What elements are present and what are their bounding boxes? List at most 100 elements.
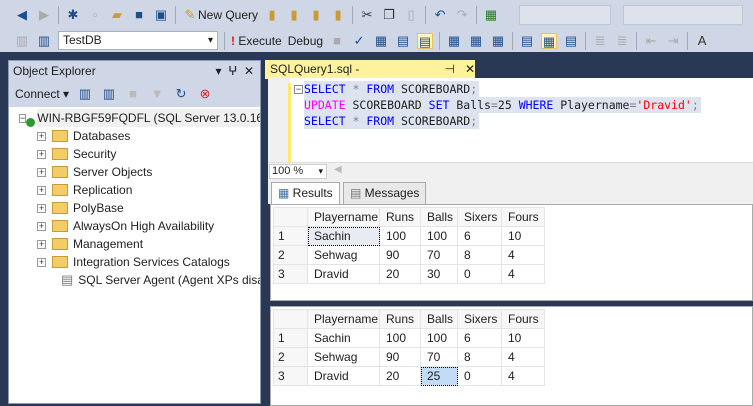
table-cell[interactable]: Dravid <box>307 366 380 386</box>
connect-server-icon[interactable]: ▥ <box>77 86 93 102</box>
expand-icon[interactable]: + <box>37 203 46 213</box>
add-item-icon[interactable]: ▫ <box>87 7 103 23</box>
row-number[interactable]: 3 <box>273 264 308 284</box>
table-cell[interactable]: 6 <box>457 226 502 246</box>
expand-icon[interactable]: + <box>37 167 46 177</box>
row-number[interactable]: 2 <box>273 245 308 265</box>
scroll-left-icon[interactable]: ◀ <box>334 164 342 175</box>
xmla-query-icon[interactable]: ▮ <box>330 7 346 23</box>
table-cell[interactable]: 100 <box>420 226 458 246</box>
tree-node[interactable]: + Security <box>9 145 260 163</box>
column-header[interactable]: Fours <box>501 309 545 329</box>
table-cell[interactable]: 100 <box>420 328 458 348</box>
tree-node[interactable]: + Management <box>9 235 260 253</box>
table-cell[interactable]: 20 <box>379 366 421 386</box>
expand-icon[interactable]: + <box>37 185 46 195</box>
query-designer-icon[interactable]: ▤ <box>395 33 411 49</box>
new-project-icon[interactable]: ✱ <box>65 7 81 23</box>
corner-cell[interactable] <box>273 207 308 227</box>
tree-node[interactable]: + Integration Services Catalogs <box>9 253 260 271</box>
execute-button[interactable]: ! Execute <box>231 34 282 48</box>
tab-results[interactable]: ▦ Results <box>271 182 340 205</box>
copy-icon[interactable]: ❐ <box>381 7 397 23</box>
column-header[interactable]: Runs <box>379 309 421 329</box>
zoom-select[interactable]: 100 % ▾ <box>269 164 327 179</box>
close-icon[interactable]: ✕ <box>244 64 254 78</box>
table-cell[interactable]: 100 <box>379 226 421 246</box>
specify-values-icon[interactable]: A <box>694 33 710 49</box>
fold-icon[interactable]: − <box>294 85 303 94</box>
table-cell[interactable]: 30 <box>420 264 458 284</box>
debug-button[interactable]: Debug <box>288 34 323 48</box>
table-cell[interactable]: 10 <box>501 226 545 246</box>
table-cell[interactable]: Dravid <box>307 264 380 284</box>
comment-icon[interactable]: ≣ <box>592 33 608 49</box>
table-cell[interactable]: Sachin <box>307 226 380 246</box>
save-all-icon[interactable]: ▣ <box>153 7 169 23</box>
expand-icon[interactable]: + <box>37 149 46 159</box>
undo-icon[interactable]: ↶ <box>432 7 448 23</box>
disconnect-icon[interactable]: ▥ <box>101 86 117 102</box>
live-stats-icon[interactable]: ▦ <box>468 33 484 49</box>
table-cell[interactable]: 10 <box>501 328 545 348</box>
table-cell[interactable]: 70 <box>420 245 458 265</box>
table-cell[interactable]: 0 <box>457 366 502 386</box>
stop-icon[interactable]: ■ <box>329 33 345 49</box>
table-cell[interactable]: Sehwag <box>307 347 380 367</box>
table-cell[interactable]: 4 <box>501 366 545 386</box>
column-header[interactable]: Sixers <box>457 207 502 227</box>
activity-monitor-icon[interactable]: ⊗ <box>197 86 213 102</box>
table-cell[interactable]: 4 <box>501 245 545 265</box>
forward-icon[interactable]: ▶ <box>36 7 52 23</box>
dmx-query-icon[interactable]: ▮ <box>308 7 324 23</box>
parse-icon[interactable]: ✓ <box>351 33 367 49</box>
increase-indent-icon[interactable]: ⇥ <box>665 33 681 49</box>
tree-node[interactable]: + AlwaysOn High Availability <box>9 217 260 235</box>
tree-node[interactable]: + Databases <box>9 127 260 145</box>
row-number[interactable]: 2 <box>273 347 308 367</box>
new-query-button[interactable]: ✎ New Query <box>182 7 258 23</box>
row-number[interactable]: 1 <box>273 226 308 246</box>
close-tab-icon[interactable]: ✕ <box>465 60 475 79</box>
corner-cell[interactable] <box>273 309 308 329</box>
column-header[interactable]: Balls <box>420 309 458 329</box>
db-engine-query-icon[interactable]: ▮ <box>264 7 280 23</box>
table-cell[interactable]: 4 <box>501 264 545 284</box>
change-connection-icon[interactable]: ▥ <box>36 33 52 49</box>
sql-editor[interactable]: − SELECT * FROM SCOREBOARD; UPDATE SCORE… <box>268 78 753 167</box>
table-cell[interactable]: 100 <box>379 328 421 348</box>
activity-monitor-icon[interactable]: ▦ <box>483 7 499 23</box>
tree-node[interactable]: + Replication <box>9 181 260 199</box>
paste-icon[interactable]: ▯ <box>403 7 419 23</box>
connect-button[interactable]: Connect ▾ <box>15 87 69 101</box>
display-plan-icon[interactable]: ▦ <box>373 33 389 49</box>
pin-icon[interactable]: ⵖ <box>228 64 237 78</box>
tree-node[interactable]: + Server Objects <box>9 163 260 181</box>
expand-icon[interactable]: + <box>37 239 46 249</box>
stop-icon[interactable]: ■ <box>125 86 141 102</box>
table-cell[interactable]: 25 <box>420 366 458 386</box>
cut-icon[interactable]: ✂ <box>359 7 375 23</box>
table-cell[interactable]: 0 <box>457 264 502 284</box>
table-cell[interactable]: 70 <box>420 347 458 367</box>
collapse-icon[interactable]: − <box>19 113 27 123</box>
column-header[interactable]: Balls <box>420 207 458 227</box>
redo-icon[interactable]: ↷ <box>454 7 470 23</box>
table-cell[interactable]: 90 <box>379 245 421 265</box>
search-box[interactable] <box>623 4 744 25</box>
back-icon[interactable]: ◀ <box>14 7 30 23</box>
results-to-text-icon[interactable]: ▤ <box>519 33 535 49</box>
table-cell[interactable]: 6 <box>457 328 502 348</box>
results-to-file-icon[interactable]: ▤ <box>563 33 579 49</box>
row-number[interactable]: 3 <box>273 366 308 386</box>
table-cell[interactable]: 8 <box>457 245 502 265</box>
tree-node-sql-agent[interactable]: ▤ SQL Server Agent (Agent XPs disabl <box>9 271 260 289</box>
column-header[interactable]: Fours <box>501 207 545 227</box>
table-cell[interactable]: 90 <box>379 347 421 367</box>
connect-icon[interactable]: ▥ <box>14 33 30 49</box>
pin-icon[interactable]: ⊣ <box>444 60 454 79</box>
column-header[interactable]: Playername <box>307 309 380 329</box>
row-number[interactable]: 1 <box>273 328 308 348</box>
table-cell[interactable]: Sehwag <box>307 245 380 265</box>
tab-messages[interactable]: ▤ Messages <box>343 182 427 204</box>
